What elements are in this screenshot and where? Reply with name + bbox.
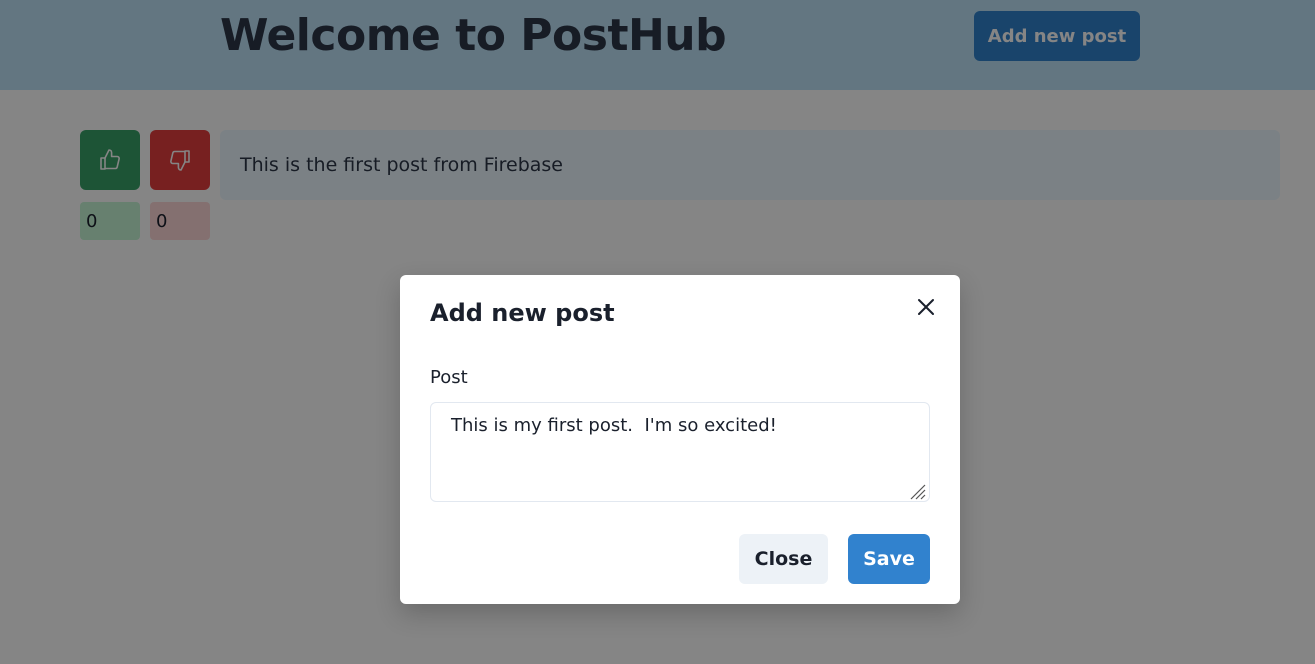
post-textarea[interactable]: This is my first post. I'm so excited! <box>430 402 930 502</box>
close-icon <box>918 299 934 315</box>
page: Welcome to PostHub Add new post 0 0 This… <box>0 0 1315 664</box>
post-field-label: Post <box>430 367 468 388</box>
modal-title: Add new post <box>430 299 615 327</box>
modal-close-button[interactable] <box>910 291 942 323</box>
save-button[interactable]: Save <box>848 534 930 584</box>
resize-handle-icon[interactable] <box>908 482 926 500</box>
add-post-modal: Add new post Post This is my first post.… <box>400 275 960 604</box>
close-button[interactable]: Close <box>739 534 828 584</box>
